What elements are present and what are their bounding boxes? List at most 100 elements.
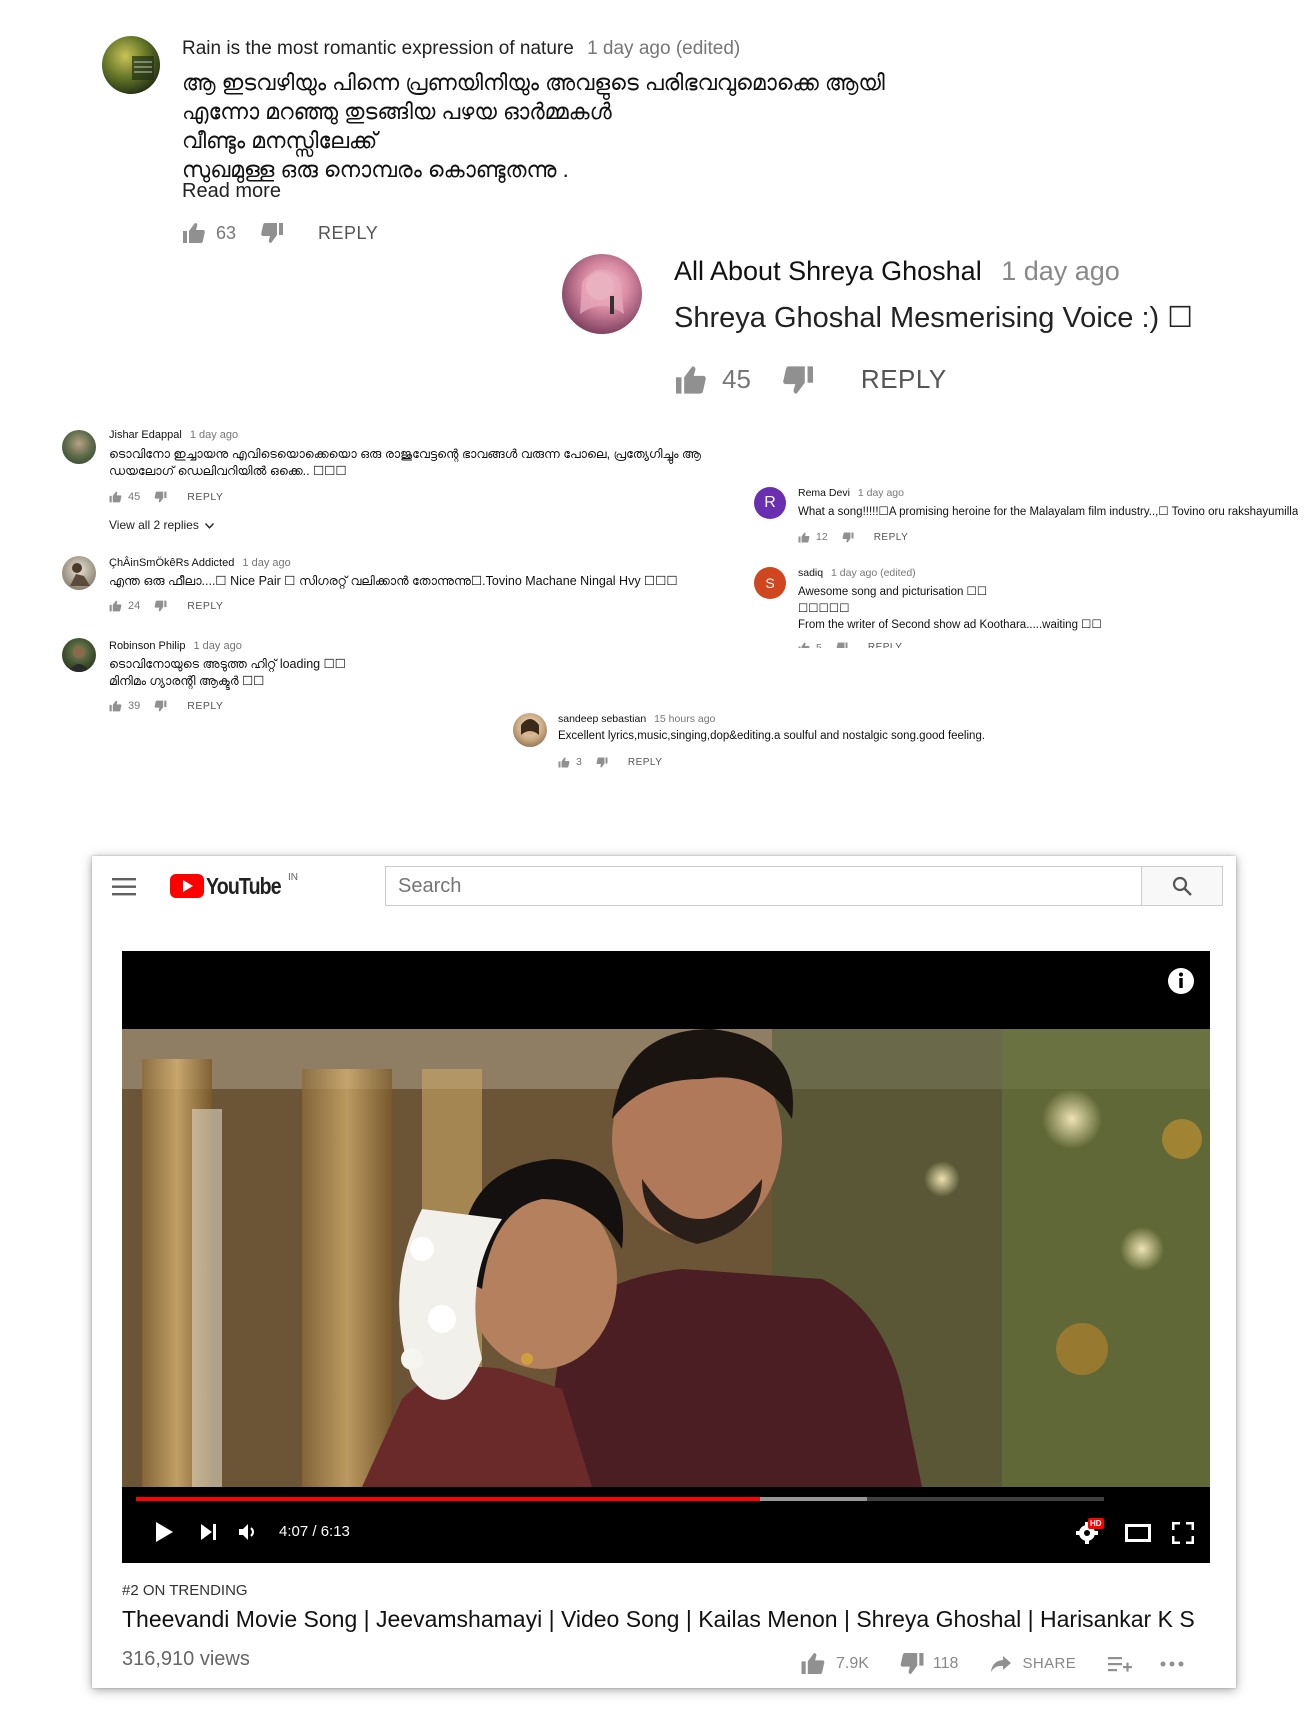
read-more-link[interactable]: Read more	[182, 180, 281, 203]
video-player[interactable]: 4:07 / 6:13 HD	[122, 951, 1210, 1563]
avatar[interactable]: R	[754, 487, 786, 519]
reply-button[interactable]: REPLY	[318, 223, 378, 244]
comment-actions: 3 REPLY	[558, 756, 662, 768]
next-icon[interactable]	[200, 1523, 218, 1546]
comment-time[interactable]: 1 day ago (edited)	[831, 567, 916, 579]
settings-icon[interactable]: HD	[1076, 1518, 1104, 1549]
avatar[interactable]	[562, 254, 642, 334]
video-frame-illustration	[122, 1029, 1210, 1487]
fullscreen-icon[interactable]	[1171, 1521, 1195, 1549]
share-button[interactable]: SHARE	[1022, 1655, 1076, 1672]
region-code: IN	[287, 872, 298, 883]
view-replies-label: View all 2 replies	[109, 518, 199, 532]
comment-author[interactable]: Robinson Philip	[109, 640, 185, 652]
reply-button[interactable]: REPLY	[187, 600, 223, 612]
info-icon[interactable]	[1167, 967, 1195, 1000]
dislike-icon[interactable]	[596, 757, 608, 768]
dislike-icon[interactable]	[781, 365, 815, 395]
like-count: 5	[816, 641, 822, 649]
avatar[interactable]	[62, 638, 96, 672]
comment-time[interactable]: 1 day ago	[242, 557, 290, 569]
comment-author[interactable]: sandeep sebastian	[558, 713, 646, 725]
like-count: 24	[128, 600, 141, 612]
dislike-icon[interactable]	[899, 1652, 925, 1675]
comment-time[interactable]: 1 day ago (edited)	[587, 38, 740, 59]
comment-header: Rema Devi 1 day ago	[798, 487, 904, 499]
comment-actions: 5 REPLY	[798, 640, 1102, 649]
youtube-play-logo-icon	[170, 874, 204, 898]
avatar-image	[132, 56, 154, 80]
comment-text: Shreya Ghoshal Mesmerising Voice :) ☐	[674, 302, 1194, 334]
like-icon[interactable]	[558, 757, 570, 768]
search-input[interactable]	[385, 866, 1141, 906]
avatar[interactable]: S	[754, 567, 786, 599]
like-icon[interactable]	[182, 222, 206, 244]
comment-author[interactable]: Rain is the most romantic expression of …	[182, 38, 574, 59]
comment-author[interactable]: Rema Devi	[798, 487, 850, 499]
volume-icon[interactable]	[238, 1523, 260, 1546]
played-bar	[136, 1497, 761, 1501]
dislike-icon[interactable]	[842, 532, 854, 543]
like-count: 3	[576, 756, 582, 768]
more-actions-icon[interactable]	[1160, 1661, 1184, 1667]
comment-author[interactable]: sadiq	[798, 567, 823, 579]
comment-line: From the writer of Second show ad Kootha…	[798, 619, 1102, 631]
dislike-icon[interactable]	[154, 600, 167, 612]
comment-actions: 39 REPLY	[109, 700, 223, 712]
logo-text: YouTube	[206, 873, 282, 899]
reply-button[interactable]: REPLY	[868, 640, 903, 649]
avatar[interactable]	[62, 556, 96, 590]
dislike-icon[interactable]	[836, 642, 848, 648]
comment-author[interactable]: All About Shreya Ghoshal	[674, 256, 982, 286]
avatar[interactable]	[513, 713, 547, 747]
reply-button[interactable]: REPLY	[628, 757, 663, 768]
comment-time[interactable]: 1 day ago	[194, 640, 242, 652]
comment-text: ആ ഇടവഴിയും പിന്നെ പ്രണയിനിയും അവളുടെ പരി…	[182, 68, 885, 184]
comment-time[interactable]: 1 day ago	[858, 487, 904, 499]
trending-badge[interactable]: #2 ON TRENDING	[122, 1582, 248, 1599]
comment-header: Rain is the most romantic expression of …	[182, 38, 740, 60]
like-icon[interactable]	[109, 700, 122, 712]
like-icon[interactable]	[109, 491, 122, 503]
dislike-icon[interactable]	[154, 700, 167, 712]
dislike-icon[interactable]	[154, 491, 167, 503]
add-to-playlist-icon[interactable]	[1108, 1655, 1133, 1673]
reply-button[interactable]: REPLY	[861, 364, 947, 395]
comment-text: ടൊവിനോയുടെ അടുത്ത ഹിറ്റ് loading ☐☐ മിനി…	[109, 656, 346, 690]
search-button[interactable]	[1141, 866, 1223, 906]
reply-button[interactable]: REPLY	[187, 700, 223, 712]
comment-author[interactable]: Jishar Edappal	[109, 429, 182, 441]
reply-button[interactable]: REPLY	[874, 532, 909, 543]
like-icon[interactable]	[674, 365, 708, 395]
comment-time[interactable]: 1 day ago	[190, 429, 238, 441]
like-count: 7.9K	[836, 1654, 869, 1672]
search-icon	[1172, 876, 1192, 896]
comment-time[interactable]: 15 hours ago	[654, 713, 715, 725]
like-icon[interactable]	[798, 642, 810, 648]
comment-header: Robinson Philip 1 day ago	[109, 640, 242, 652]
progress-bar[interactable]	[136, 1497, 1104, 1501]
video-frame	[122, 1029, 1210, 1487]
view-replies-button[interactable]: View all 2 replies	[109, 518, 215, 532]
reply-button[interactable]: REPLY	[187, 491, 223, 503]
menu-icon[interactable]	[112, 878, 136, 901]
comment-line: വീണ്ടും മനസ്സിലേക്ക്	[182, 128, 378, 153]
dislike-icon[interactable]	[260, 222, 284, 244]
play-icon[interactable]	[154, 1521, 174, 1548]
youtube-logo[interactable]: YouTube IN	[170, 872, 298, 899]
like-icon[interactable]	[798, 532, 810, 543]
comment-text: Excellent lyrics,music,singing,dop&editi…	[558, 730, 986, 742]
avatar[interactable]	[62, 430, 96, 464]
like-icon[interactable]	[800, 1652, 826, 1675]
avatar-image	[521, 719, 539, 735]
share-icon[interactable]	[990, 1655, 1012, 1673]
comment-line: മിനിമം ഗ്യാരന്റി ആക്ടർ ☐☐	[109, 674, 265, 688]
avatar[interactable]	[102, 36, 160, 94]
comment-time[interactable]: 1 day ago	[1001, 256, 1120, 286]
view-count: 316,910 views	[122, 1648, 250, 1670]
theater-mode-icon[interactable]	[1125, 1524, 1151, 1547]
like-icon[interactable]	[109, 600, 122, 612]
comment-line: ടൊവിനോ ഇച്ചായനു എവിടെയൊക്കെയൊ ഒരു രാജുവേ…	[109, 447, 701, 461]
comment-author[interactable]: ÇhÂinSmÖkêRs Addicted	[109, 557, 234, 569]
comment-line: What a song!!!!!☐A promising heroine for…	[798, 506, 1298, 518]
